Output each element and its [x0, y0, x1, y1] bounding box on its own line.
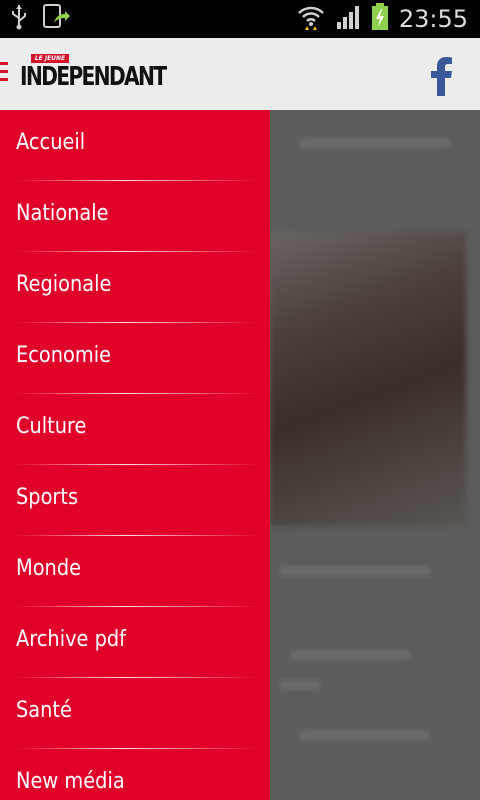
menu-item-label: Culture: [16, 414, 87, 439]
menu-item-monde[interactable]: Monde: [0, 536, 270, 607]
menu-item-label: Regionale: [16, 272, 112, 297]
usb-icon: [10, 4, 28, 35]
menu-item-accueil[interactable]: Accueil: [0, 110, 270, 181]
menu-item-label: Archive pdf: [16, 627, 126, 652]
blurred-article-list: [270, 110, 480, 800]
app-logo[interactable]: LE JEUNE INDEPENDANT: [20, 54, 167, 96]
menu-item-culture[interactable]: Culture: [0, 394, 270, 465]
wifi-icon: [297, 4, 325, 35]
menu-item-sports[interactable]: Sports: [0, 465, 270, 536]
status-bar-right: 23:55: [297, 2, 468, 36]
menu-item-label: Sports: [16, 485, 79, 510]
menu-item-label: Santé: [16, 698, 72, 723]
blurred-text: [290, 650, 410, 660]
blurred-text: [300, 730, 430, 740]
logo-text: INDEPENDANT: [20, 62, 167, 92]
menu-item-nationale[interactable]: Nationale: [0, 181, 270, 252]
menu-item-label: Monde: [16, 556, 82, 581]
signal-icon: [335, 4, 361, 35]
menu-item-regionale[interactable]: Regionale: [0, 252, 270, 323]
blurred-text: [280, 680, 320, 690]
clock-time: 23:55: [398, 5, 468, 33]
hamburger-icon[interactable]: [0, 62, 8, 84]
facebook-icon[interactable]: [428, 56, 454, 96]
menu-item-archive-pdf[interactable]: Archive pdf: [0, 607, 270, 678]
navigation-drawer: Accueil Nationale Regionale Economie Cul…: [0, 110, 270, 800]
menu-item-new-media[interactable]: New média: [0, 749, 270, 800]
blurred-article-image: [270, 232, 466, 526]
menu-item-label: Accueil: [16, 130, 86, 155]
blurred-text: [300, 138, 450, 148]
menu-item-label: Economie: [16, 343, 111, 368]
menu-item-label: Nationale: [16, 201, 109, 226]
battery-charging-icon: [371, 2, 389, 36]
action-bar: LE JEUNE INDEPENDANT: [0, 38, 480, 111]
screenshot-share-icon: [42, 3, 70, 36]
blurred-text: [280, 566, 430, 576]
menu-item-label: New média: [16, 769, 125, 794]
menu-item-sante[interactable]: Santé: [0, 678, 270, 749]
status-bar-left: [10, 3, 70, 35]
status-bar: 23:55: [0, 0, 480, 38]
menu-item-economie[interactable]: Economie: [0, 323, 270, 394]
